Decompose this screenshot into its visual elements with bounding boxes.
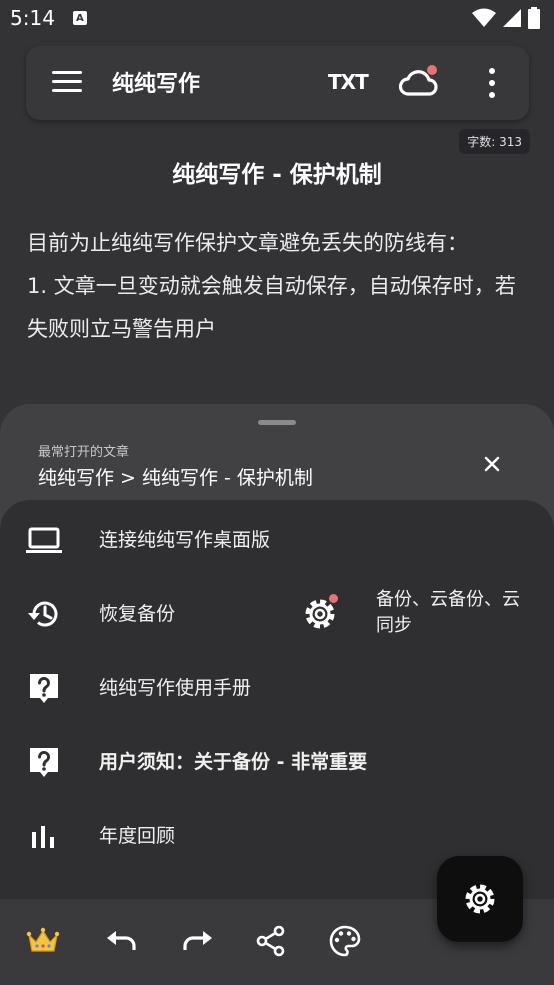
notification-a-icon: A — [72, 11, 87, 25]
cloud-badge-dot — [427, 65, 437, 75]
help-icon — [30, 674, 58, 703]
document-body[interactable]: 目前为止纯纯写作保护文章避免丢失的防线有： 1. 文章一旦变动就会触发自动保存，… — [27, 222, 527, 351]
bar-chart-icon — [32, 826, 54, 848]
menu-item-label: 用户须知：关于备份 - 非常重要 — [99, 751, 368, 773]
menu-item-label: 连接纯纯写作桌面版 — [99, 529, 271, 551]
settings-fab[interactable] — [437, 856, 523, 942]
recent-article-link[interactable]: 纯纯写作 > 纯纯写作 - 保护机制 — [38, 463, 313, 490]
menu-item-connect-desktop[interactable]: 连接纯纯写作桌面版 — [0, 510, 554, 570]
menu-icon[interactable] — [52, 71, 82, 95]
undo-icon[interactable] — [104, 923, 140, 959]
status-bar: 5:14 A — [0, 0, 554, 36]
redo-icon[interactable] — [179, 923, 215, 959]
palette-icon[interactable] — [327, 923, 363, 959]
app-title: 纯纯写作 — [112, 72, 201, 97]
paragraph: 目前为止纯纯写作保护文章避免丢失的防线有： — [27, 231, 468, 255]
menu-item-label: 恢复备份 — [99, 603, 176, 625]
document-title[interactable]: 纯纯写作 - 保护机制 — [0, 155, 554, 189]
more-options-icon[interactable] — [486, 68, 498, 98]
backup-badge-dot — [329, 594, 338, 603]
crown-icon[interactable] — [25, 923, 61, 959]
battery-icon — [528, 7, 540, 29]
settings-icon — [465, 884, 495, 914]
close-icon[interactable] — [480, 452, 504, 476]
recent-article-label: 最常打开的文章 — [38, 445, 130, 460]
backup-settings-label[interactable]: 备份、云备份、云同步 — [376, 587, 536, 639]
help-icon — [30, 748, 58, 777]
wifi-icon — [472, 8, 496, 27]
top-toolbar: 纯纯写作 TXT — [26, 46, 529, 120]
status-icons — [472, 7, 540, 29]
paragraph: 1. 文章一旦变动就会触发自动保存，自动保存时，若失败则立马警告用户 — [27, 274, 516, 341]
status-time: 5:14 — [10, 6, 55, 30]
laptop-icon — [26, 527, 62, 553]
word-count-badge: 字数: 313 — [459, 129, 530, 154]
share-icon[interactable] — [253, 923, 289, 959]
menu-item-backup-notice[interactable]: 用户须知：关于备份 - 非常重要 — [0, 732, 554, 792]
signal-icon — [503, 9, 521, 27]
menu-item-label: 年度回顾 — [99, 825, 176, 847]
restore-history-icon — [28, 601, 58, 627]
menu-item-label: 纯纯写作使用手册 — [99, 677, 252, 699]
menu-panel: 连接纯纯写作桌面版 恢复备份 备份、云备份、云同步 纯纯写作使用手册 用户须知：… — [0, 500, 554, 900]
menu-item-user-manual[interactable]: 纯纯写作使用手册 — [0, 658, 554, 718]
drag-handle[interactable] — [258, 420, 296, 425]
txt-export-button[interactable]: TXT — [328, 70, 369, 94]
